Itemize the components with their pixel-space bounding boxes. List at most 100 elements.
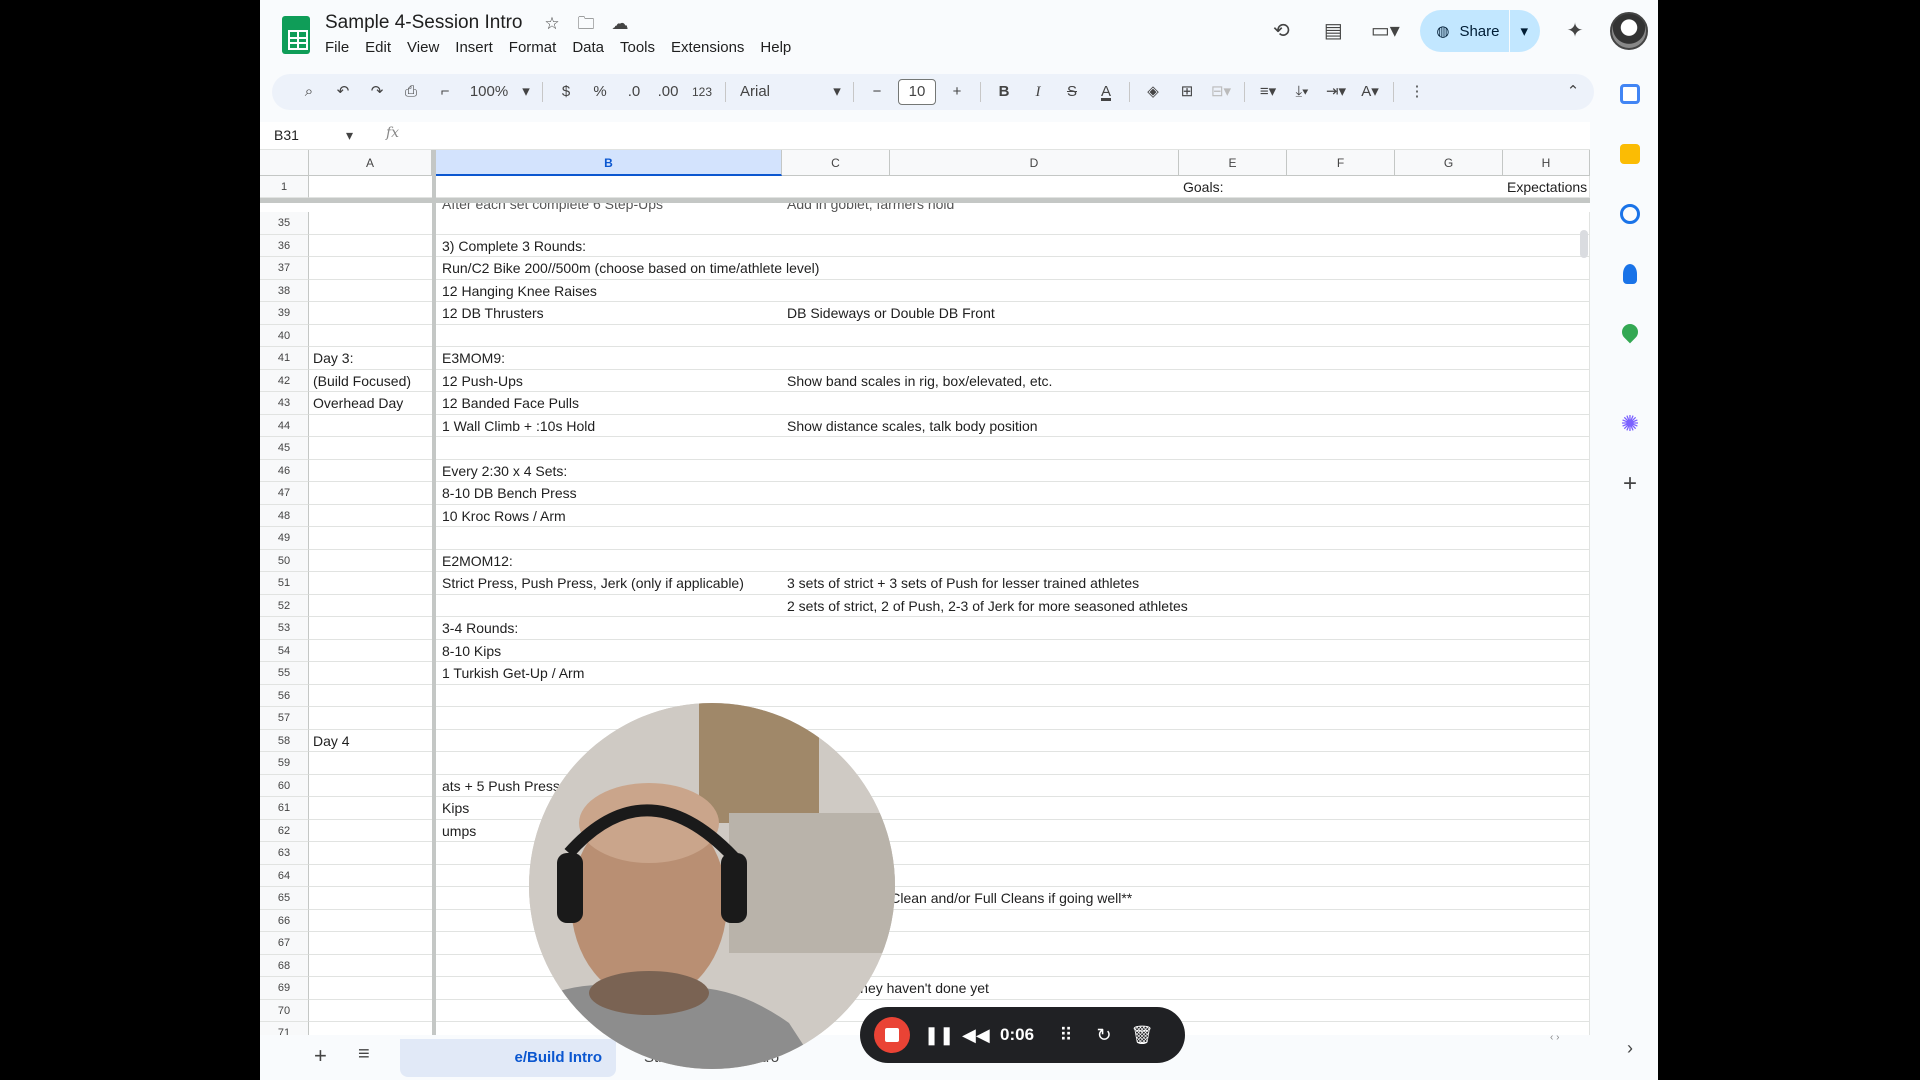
strikethrough-button[interactable]: S: [1055, 77, 1089, 107]
row-header[interactable]: 69: [260, 977, 309, 1000]
frozen-rows-divider[interactable]: [260, 198, 1590, 203]
search-menus-icon[interactable]: ⌕: [292, 77, 326, 107]
move-folder-icon[interactable]: 🗀: [576, 14, 596, 34]
zoom-chevron-icon[interactable]: ▾: [516, 77, 536, 107]
row-header[interactable]: 63: [260, 842, 309, 865]
row-header[interactable]: 59: [260, 752, 309, 775]
row-header[interactable]: 47: [260, 482, 309, 505]
spreadsheet-grid[interactable]: A B C D E F G H 1 Goals: Expectations Af…: [260, 150, 1590, 1035]
table-row[interactable]: [309, 819, 1590, 842]
table-row[interactable]: [309, 684, 1590, 707]
expand-panel-icon[interactable]: ›: [1620, 1038, 1640, 1058]
name-box-chevron-icon[interactable]: ▾: [346, 127, 353, 144]
avatar[interactable]: [1610, 12, 1648, 50]
name-box[interactable]: B31 ▾: [274, 127, 362, 143]
all-sheets-icon[interactable]: ≡: [358, 1043, 370, 1066]
cell-b[interactable]: 10 Kroc Rows / Arm: [442, 508, 566, 524]
row-header[interactable]: 39: [260, 302, 309, 325]
stop-recording-button[interactable]: [874, 1017, 910, 1053]
row-header[interactable]: 55: [260, 662, 309, 685]
row-header[interactable]: 57: [260, 707, 309, 730]
goals-label[interactable]: Goals:: [1183, 179, 1223, 195]
comments-icon[interactable]: ▤: [1316, 14, 1350, 48]
row-header[interactable]: 50: [260, 549, 309, 572]
menu-help[interactable]: Help: [760, 39, 791, 56]
row-header[interactable]: 42: [260, 369, 309, 392]
cell-b[interactable]: Kips: [442, 800, 469, 816]
font-size-input[interactable]: 10: [898, 79, 936, 105]
meet-icon[interactable]: ▭▾: [1368, 14, 1402, 48]
more-options-icon[interactable]: ⋮: [1400, 77, 1434, 107]
table-row[interactable]: [309, 707, 1590, 730]
text-wrap-icon[interactable]: ⇥▾: [1319, 77, 1353, 107]
row-header[interactable]: 1: [260, 176, 309, 198]
cell-b[interactable]: E3MOM9:: [442, 350, 505, 366]
delete-icon[interactable]: 🗑: [1130, 1025, 1154, 1046]
cell-b[interactable]: 12 Banded Face Pulls: [442, 395, 579, 411]
row-header[interactable]: 65: [260, 887, 309, 910]
table-row[interactable]: [309, 797, 1590, 820]
tasks-icon[interactable]: [1620, 204, 1640, 224]
cell-c[interactable]: 2 sets of strict, 2 of Push, 2-3 of Jerk…: [787, 598, 1188, 614]
row-header[interactable]: 44: [260, 414, 309, 437]
row-header[interactable]: 56: [260, 684, 309, 707]
sheet-tab-active[interactable]: e/Build Intro: [400, 1039, 616, 1077]
cell-b[interactable]: Strict Press, Push Press, Jerk (only if …: [442, 575, 744, 591]
row-header[interactable]: 71: [260, 1022, 309, 1035]
document-title[interactable]: Sample 4-Session Intro: [325, 12, 523, 34]
contacts-icon[interactable]: [1623, 264, 1637, 284]
percent-format-button[interactable]: %: [583, 77, 617, 107]
column-header-f[interactable]: F: [1287, 150, 1395, 176]
expectations-label[interactable]: Expectations: [1507, 179, 1587, 195]
horizontal-scrollbar[interactable]: ‹ ›: [1550, 1032, 1559, 1043]
collapse-menus-icon[interactable]: ⌃: [1556, 77, 1590, 107]
print-icon[interactable]: ⎙: [394, 77, 428, 107]
cell-b[interactable]: 12 Push-Ups: [442, 373, 523, 389]
calendar-icon[interactable]: [1620, 84, 1640, 104]
currency-format-button[interactable]: $: [549, 77, 583, 107]
menu-view[interactable]: View: [407, 39, 439, 56]
chevron-down-icon[interactable]: ▾: [1520, 22, 1528, 40]
row-header[interactable]: 46: [260, 459, 309, 482]
row-header[interactable]: 37: [260, 257, 309, 280]
menu-extensions[interactable]: Extensions: [671, 39, 744, 56]
keep-icon[interactable]: [1620, 144, 1640, 164]
cell-b[interactable]: ats + 5 Push Press: [442, 778, 560, 794]
decrease-decimal-button[interactable]: .0: [617, 77, 651, 107]
row-header[interactable]: 53: [260, 617, 309, 640]
row-header[interactable]: 38: [260, 279, 309, 302]
table-row[interactable]: [309, 729, 1590, 752]
text-color-button[interactable]: A: [1089, 77, 1123, 107]
column-header-b[interactable]: B: [436, 150, 782, 176]
cell-b[interactable]: Every 2:30 x 4 Sets:: [442, 463, 567, 479]
paint-format-icon[interactable]: ⌐: [428, 77, 462, 107]
row-header[interactable]: 51: [260, 572, 309, 595]
table-row[interactable]: [309, 752, 1590, 775]
share-button[interactable]: ◍ Share ▾: [1420, 10, 1540, 52]
add-icon[interactable]: +: [1620, 472, 1640, 496]
row-header[interactable]: 48: [260, 504, 309, 527]
cell-c[interactable]: Show distance scales, talk body position: [787, 418, 1038, 434]
row-header[interactable]: 64: [260, 864, 309, 887]
cell-a[interactable]: Day 3:: [313, 350, 353, 366]
bold-button[interactable]: B: [987, 77, 1021, 107]
sheets-logo-icon[interactable]: [282, 16, 310, 54]
drag-handle-icon[interactable]: ⠿: [1054, 1025, 1078, 1046]
row-header[interactable]: 70: [260, 999, 309, 1022]
row-header[interactable]: 66: [260, 909, 309, 932]
history-icon[interactable]: ⟲: [1264, 14, 1298, 48]
column-header-a[interactable]: A: [309, 150, 432, 176]
cell-b[interactable]: 1 Wall Climb + :10s Hold: [442, 418, 595, 434]
menu-file[interactable]: File: [325, 39, 349, 56]
table-row[interactable]: [309, 842, 1590, 865]
cell-c[interactable]: Show band scales in rig, box/elevated, e…: [787, 373, 1052, 389]
cell-b[interactable]: 8-10 Kips: [442, 643, 501, 659]
cell-b[interactable]: Run/C2 Bike 200//500m (choose based on t…: [442, 260, 819, 276]
row-header[interactable]: 61: [260, 797, 309, 820]
horizontal-align-icon[interactable]: ≡▾: [1251, 77, 1285, 107]
cell-a[interactable]: Day 4: [313, 733, 350, 749]
number-format-button[interactable]: 123: [685, 77, 719, 107]
cell-b[interactable]: 8-10 DB Bench Press: [442, 485, 577, 501]
cell-b[interactable]: 1 Turkish Get-Up / Arm: [442, 665, 584, 681]
column-header-c[interactable]: C: [782, 150, 890, 176]
